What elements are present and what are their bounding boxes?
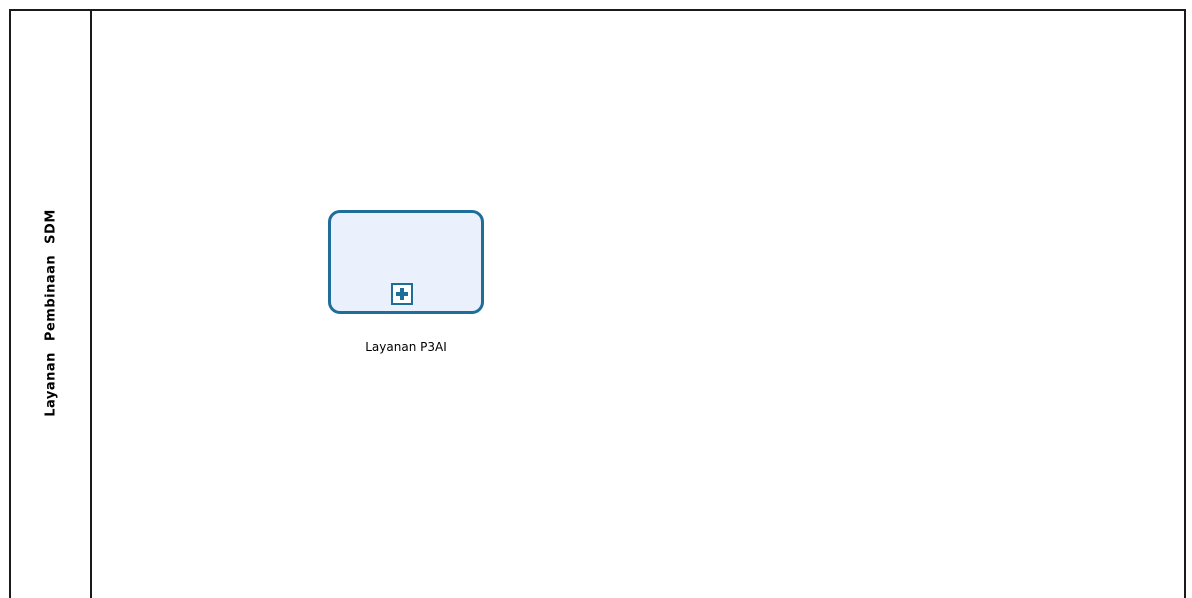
lane-header[interactable]: Layanan Pembinaan SDM: [11, 11, 92, 598]
task-label: Layanan P3AI: [365, 340, 447, 354]
bpmn-canvas: Layanan Pembinaan SDM Layanan P3AI: [0, 0, 1192, 598]
lane-title: Layanan Pembinaan SDM: [43, 209, 59, 417]
plus-icon[interactable]: [391, 283, 413, 305]
subprocess-task[interactable]: [328, 210, 484, 314]
pool: Layanan Pembinaan SDM: [9, 9, 1186, 598]
